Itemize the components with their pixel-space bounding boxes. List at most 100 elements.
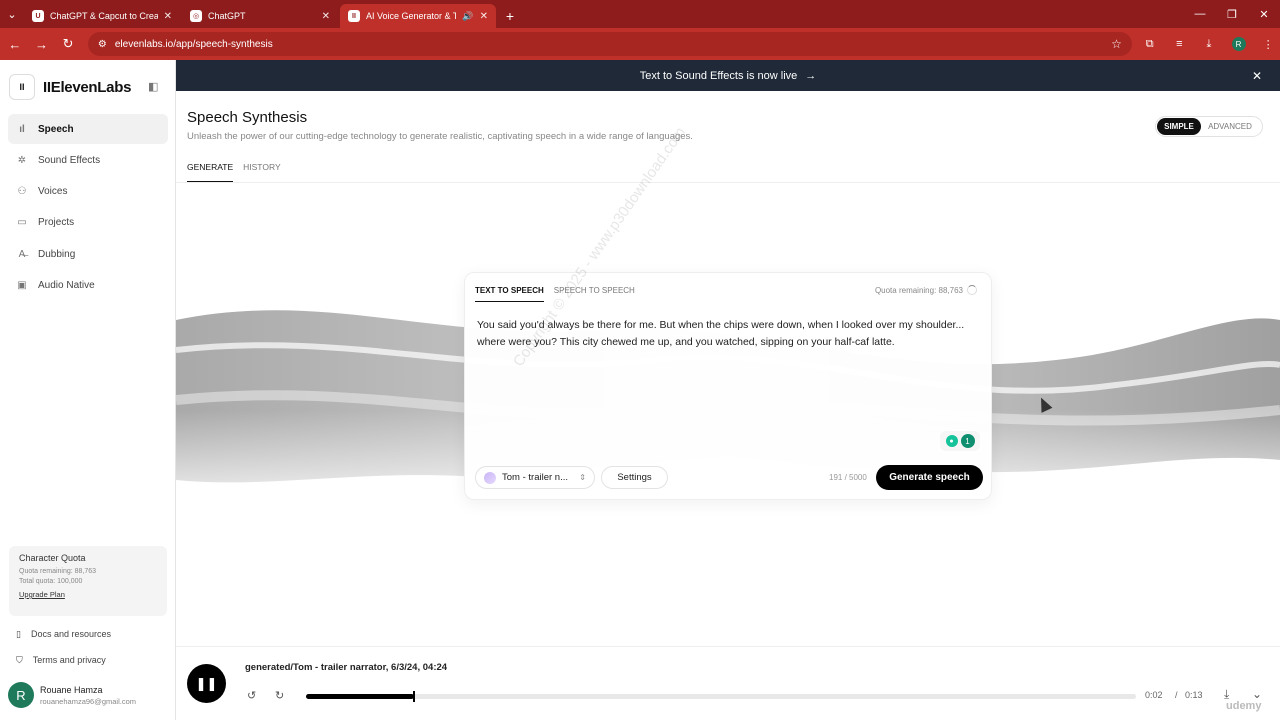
extensions-icon[interactable]: ⧉ xyxy=(1138,32,1162,56)
tab-history[interactable]: HISTORY xyxy=(243,160,280,182)
playback-progress-slider[interactable] xyxy=(306,691,1136,702)
close-tab-icon[interactable]: ✕ xyxy=(322,11,330,22)
speaker-icon[interactable]: 🔊 xyxy=(462,11,473,22)
sidebar-item-audio-native[interactable]: ▣ Audio Native xyxy=(8,270,168,300)
tab-text-to-speech[interactable]: TEXT TO SPEECH xyxy=(475,286,544,302)
user-email: rouanehamza96@gmail.com xyxy=(40,696,136,706)
close-tab-icon[interactable]: ✕ xyxy=(164,11,172,22)
pause-button[interactable]: ❚❚ xyxy=(187,664,226,703)
chatgpt-favicon-icon: ◎ xyxy=(190,10,202,22)
tab-title: ChatGPT & Capcut to Create ai xyxy=(50,11,158,21)
user-name: Rouane Hamza xyxy=(40,684,103,695)
text-to-speech-card: TEXT TO SPEECH SPEECH TO SPEECH Quota re… xyxy=(464,272,992,500)
time-separator: / xyxy=(1175,690,1178,700)
elevenlabs-favicon-icon: II xyxy=(348,10,360,22)
site-info-icon[interactable]: ⚙ xyxy=(98,39,107,50)
current-time: 0:02 xyxy=(1145,690,1163,700)
loading-spinner-icon xyxy=(967,285,977,295)
tab-divider xyxy=(176,182,1280,183)
sidebar-item-label: Projects xyxy=(38,217,75,229)
close-window-icon[interactable]: ✕ xyxy=(1248,0,1280,28)
upgrade-plan-link[interactable]: Upgrade Plan xyxy=(19,590,157,599)
tab-generate[interactable]: GENERATE xyxy=(187,160,234,182)
browser-tab-0[interactable]: U ChatGPT & Capcut to Create ai ✕ xyxy=(24,4,180,28)
mode-switch: SIMPLE ADVANCED xyxy=(1155,116,1263,137)
downloads-icon[interactable]: ⤓ xyxy=(1197,32,1221,56)
quota-title: Character Quota xyxy=(19,553,86,563)
settings-button[interactable]: Settings xyxy=(601,466,668,489)
sidebar-item-label: Audio Native xyxy=(38,279,95,291)
bookmark-star-icon[interactable]: ☆ xyxy=(1111,37,1122,51)
window-controls: — ❐ ✕ xyxy=(1184,0,1280,28)
sidebar-item-voices[interactable]: ⚇ Voices xyxy=(8,177,168,207)
sidebar: II IIElevenLabs ◧ ıl Speech ✲ Sound Effe… xyxy=(0,60,176,720)
close-tab-icon[interactable]: ✕ xyxy=(480,11,488,22)
media-control-icon[interactable]: ≡ xyxy=(1167,32,1191,56)
sidebar-item-projects[interactable]: ▭ Projects xyxy=(8,208,168,238)
collapse-sidebar-icon[interactable]: ◧ xyxy=(148,80,158,93)
page-tabs: GENERATE HISTORY xyxy=(187,160,281,182)
arrow-right-icon: → xyxy=(805,69,817,82)
grammarly-widget[interactable]: ● 1 xyxy=(940,431,980,451)
grammarly-icon: 1 xyxy=(960,434,975,448)
sidebar-item-sound-effects[interactable]: ✲ Sound Effects xyxy=(8,145,168,175)
browser-tab-1[interactable]: ◎ ChatGPT ✕ xyxy=(182,4,338,28)
sidebar-item-label: Voices xyxy=(38,186,68,198)
brand[interactable]: II IIElevenLabs xyxy=(9,74,131,100)
mode-advanced-button[interactable]: ADVANCED xyxy=(1201,118,1259,135)
udemy-favicon-icon: U xyxy=(32,10,44,22)
browser-tab-bar: ⌄ U ChatGPT & Capcut to Create ai ✕ ◎ Ch… xyxy=(0,0,1280,28)
updown-chevron-icon: ⇕ xyxy=(579,473,586,482)
tab-search-icon[interactable]: ⌄ xyxy=(0,0,24,28)
sidebar-item-label: Sound Effects xyxy=(38,154,101,166)
generate-speech-button[interactable]: Generate speech xyxy=(876,465,983,490)
voice-select[interactable]: Tom - trailer n... ⇕ xyxy=(475,466,595,489)
mode-simple-button[interactable]: SIMPLE xyxy=(1157,118,1201,135)
avatar: R xyxy=(8,682,34,708)
waveform-icon: ıl xyxy=(19,123,25,135)
person-icon: ⚇ xyxy=(17,186,27,198)
browser-tab-2[interactable]: II AI Voice Generator & Text t 🔊 ✕ xyxy=(340,4,496,28)
document-icon: ▯ xyxy=(16,628,21,639)
brand-logo-icon: II xyxy=(9,74,35,100)
minimize-icon[interactable]: — xyxy=(1184,0,1216,28)
track-title: generated/Tom - trailer narrator, 6/3/24… xyxy=(245,662,448,673)
browser-menu-icon[interactable]: ⋮ xyxy=(1256,32,1280,56)
sidebar-item-label: Speech xyxy=(38,123,74,135)
tab-title: ChatGPT xyxy=(208,11,246,21)
terms-label: Terms and privacy xyxy=(32,655,106,665)
sidebar-item-label: Dubbing xyxy=(38,248,76,260)
docs-link[interactable]: ▯ Docs and resources xyxy=(16,626,111,642)
tab-title: AI Voice Generator & Text t xyxy=(366,11,457,21)
restore-icon[interactable]: ❐ xyxy=(1216,0,1248,28)
sidebar-item-dubbing[interactable]: A̶ Dubbing xyxy=(8,239,168,269)
editor-quota: Quota remaining: 88,763 xyxy=(874,286,963,295)
announcement-banner[interactable]: Text to Sound Effects is now live → ✕ xyxy=(176,60,1280,91)
quota-total: Total quota: 100,000 xyxy=(19,578,83,585)
back-icon[interactable]: ← xyxy=(3,32,27,56)
duration: 0:13 xyxy=(1185,690,1203,700)
quota-remaining: Quota remaining: 88,763 xyxy=(19,568,97,575)
terms-link[interactable]: ⛉ Terms and privacy xyxy=(16,652,106,668)
voice-avatar-icon xyxy=(484,471,496,484)
character-quota-card: Character Quota Quota remaining: 88,763 … xyxy=(9,546,167,616)
audio-player: ❚❚ generated/Tom - trailer narrator, 6/3… xyxy=(176,646,1280,720)
forward-skip-icon[interactable]: ↻ xyxy=(275,689,284,702)
user-account[interactable]: R Rouane Hamza rouanehamza96@gmail.com xyxy=(8,682,136,708)
character-count: 191 / 5000 xyxy=(829,473,867,482)
new-tab-icon[interactable]: + xyxy=(498,4,522,28)
chevron-down-icon[interactable]: ⌄ xyxy=(1252,687,1262,701)
sidebar-item-speech[interactable]: ıl Speech xyxy=(8,114,168,144)
close-icon[interactable]: ✕ xyxy=(1252,69,1262,83)
grammarly-pin-icon: ● xyxy=(945,435,958,447)
audio-native-icon: ▣ xyxy=(17,279,27,291)
page-subtitle: Unleash the power of our cutting-edge te… xyxy=(187,131,693,142)
reload-icon[interactable]: ↻ xyxy=(56,32,80,56)
page-title: Speech Synthesis xyxy=(187,109,308,126)
progress-knob[interactable] xyxy=(412,691,415,702)
profile-button[interactable]: R xyxy=(1227,32,1251,56)
banner-text: Text to Sound Effects is now live xyxy=(639,69,798,82)
address-bar[interactable]: ⚙ elevenlabs.io/app/speech-synthesis ☆ xyxy=(87,32,1132,56)
rewind-icon[interactable]: ↺ xyxy=(247,689,256,702)
forward-icon[interactable]: → xyxy=(30,32,54,56)
